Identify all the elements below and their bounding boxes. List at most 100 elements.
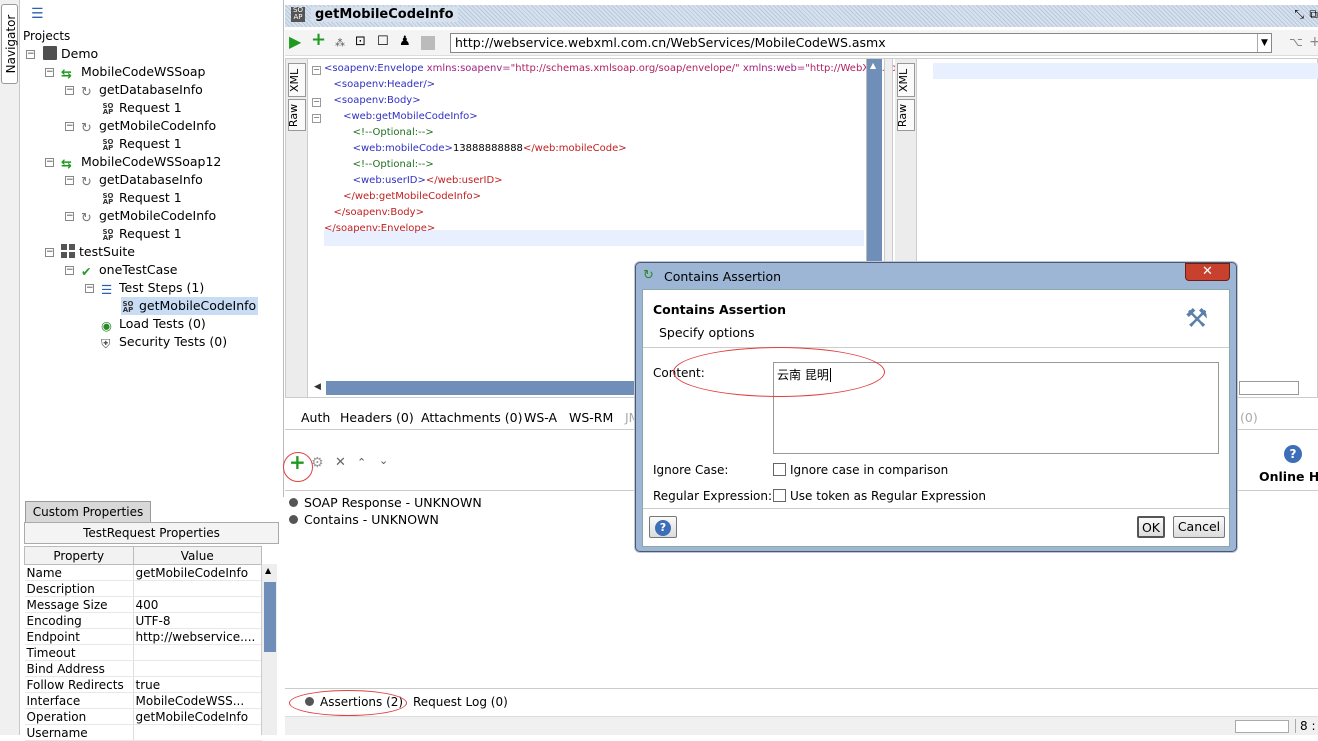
property-row[interactable]: Description [24, 580, 262, 597]
cancel-button[interactable]: Cancel [1173, 516, 1225, 538]
tab-ws-rm[interactable]: WS-RM [569, 410, 613, 425]
scroll-left-icon[interactable]: ◀ [314, 382, 321, 392]
chevron-down-icon[interactable]: ▼ [1257, 34, 1271, 52]
add-endpoint-icon[interactable]: + [1309, 34, 1318, 50]
maximize-icon[interactable]: ⧉ [1309, 7, 1318, 22]
expand-toggle[interactable]: − [65, 176, 74, 185]
gear-icon[interactable]: ⚙ [311, 455, 324, 471]
stop-icon[interactable] [421, 36, 435, 50]
tab-raw[interactable]: Raw [896, 99, 915, 131]
property-row[interactable]: Timeout [24, 644, 262, 661]
tree-item-securitytests[interactable]: ⛨ Security Tests (0) [101, 333, 227, 351]
property-value[interactable]: MobileCodeWSS... [132, 692, 262, 709]
scroll-up-icon[interactable]: ▲ [870, 61, 876, 70]
fold-toggle[interactable]: − [312, 66, 321, 75]
tree-item-teststep-selected[interactable]: SO AP getMobileCodeInfo [121, 297, 259, 315]
navigator-tab[interactable]: Navigator [1, 4, 18, 84]
expand-toggle[interactable]: − [85, 284, 94, 293]
tab-headers[interactable]: Headers (0) [340, 410, 414, 425]
expand-toggle[interactable]: − [65, 122, 74, 131]
property-value[interactable] [132, 660, 262, 677]
property-row[interactable]: Message Size 400 [24, 596, 262, 613]
user-icon[interactable]: ♟ [399, 34, 411, 50]
minimize-icon[interactable]: ⤡ [1294, 7, 1304, 22]
property-row[interactable]: Bind Address [24, 660, 262, 677]
tab-response-partial[interactable]: (0) [1240, 410, 1258, 425]
tab-attachments[interactable]: Attachments (0) [421, 410, 522, 425]
square-icon[interactable]: ☐ [377, 34, 389, 50]
tree-item-request[interactable]: SO AP Request 1 [101, 189, 182, 207]
expand-toggle[interactable]: − [45, 248, 54, 257]
expand-toggle[interactable]: − [26, 50, 35, 59]
property-value[interactable]: 400 [132, 596, 262, 613]
tree-item-interface[interactable]: ⇆ MobileCodeWSSoap [61, 63, 205, 82]
property-row[interactable]: Name getMobileCodeInfo [24, 564, 262, 581]
expand-toggle[interactable]: − [45, 68, 54, 77]
request-xml-editor[interactable]: <soapenv:Envelope xmlns:soapenv="http://… [324, 61, 896, 237]
tree-item-testsuite[interactable]: testSuite [61, 243, 135, 261]
property-row[interactable]: Endpoint http://webservice.... [24, 628, 262, 645]
tree-item-operation[interactable]: ↻ getDatabaseInfo [81, 81, 203, 100]
property-value[interactable]: http://webservice.... [132, 628, 262, 645]
online-help-link[interactable]: Online He [1259, 469, 1318, 484]
tree-item-teststeps[interactable]: ☰ Test Steps (1) [101, 279, 204, 297]
property-value[interactable] [132, 580, 262, 597]
move-down-icon[interactable]: ⌄ [379, 454, 388, 467]
delete-icon[interactable]: ✕ [335, 455, 346, 470]
property-row[interactable]: Follow Redirects true [24, 676, 262, 693]
tree-item-demo[interactable]: Demo [43, 45, 98, 63]
tree-item-request[interactable]: SO AP Request 1 [101, 135, 182, 153]
ignore-case-checkbox[interactable]: Ignore case in comparison [773, 463, 948, 477]
zoom-icon[interactable]: ⊡ [355, 34, 366, 50]
tab-custom-properties[interactable]: Custom Properties [25, 501, 151, 522]
config-icon[interactable]: ⌥ [1289, 34, 1303, 50]
tab-ws-a[interactable]: WS-A [524, 410, 557, 425]
tab-xml[interactable]: XML [288, 63, 306, 97]
property-row[interactable]: Interface MobileCodeWSS... [24, 692, 262, 709]
ok-button[interactable]: OK [1137, 516, 1165, 538]
close-button[interactable]: ✕ [1185, 263, 1230, 281]
property-value[interactable]: getMobileCodeInfo [132, 708, 262, 725]
expand-toggle[interactable]: − [45, 158, 54, 167]
run-icon[interactable]: ▶ [289, 34, 301, 50]
property-row[interactable]: Username [24, 724, 262, 741]
property-value[interactable]: UTF-8 [132, 612, 262, 629]
move-up-icon[interactable]: ⌃ [357, 456, 366, 469]
tree-item-interface[interactable]: ⇆ MobileCodeWSSoap12 [61, 153, 221, 172]
property-row[interactable]: Operation getMobileCodeInfo [24, 708, 262, 725]
scroll-up-icon[interactable]: ▲ [265, 566, 271, 575]
regex-checkbox[interactable]: Use token as Regular Expression [773, 489, 986, 503]
help-icon[interactable]: ? [1284, 445, 1302, 463]
expand-toggle[interactable]: − [65, 212, 74, 221]
tree-item-operation[interactable]: ↻ getMobileCodeInfo [81, 207, 216, 226]
tree-item-request[interactable]: SO AP Request 1 [101, 99, 182, 117]
tree-item-loadtests[interactable]: ◉ Load Tests (0) [101, 315, 206, 333]
tree-item-operation[interactable]: ↻ getDatabaseInfo [81, 171, 203, 190]
add-icon[interactable]: + [311, 31, 326, 49]
tree-view-icon[interactable]: ☰ [31, 6, 44, 22]
fold-toggle[interactable]: − [312, 114, 321, 123]
property-value[interactable]: true [132, 676, 262, 693]
property-value[interactable] [132, 644, 262, 661]
assertion-item[interactable]: Contains - UNKNOWN [289, 511, 439, 528]
scroll-thumb[interactable] [264, 582, 276, 652]
column-header-property[interactable]: Property [24, 546, 134, 565]
property-row[interactable]: Encoding UTF-8 [24, 612, 262, 629]
response-editor[interactable] [933, 63, 1318, 79]
tree-item-testcase[interactable]: ✔ oneTestCase [81, 261, 177, 279]
tab-xml[interactable]: XML [897, 63, 915, 97]
tree-item-operation[interactable]: ↻ getMobileCodeInfo [81, 117, 216, 136]
properties-scrollbar[interactable]: ▲ [261, 564, 277, 735]
column-header-value[interactable]: Value [132, 546, 263, 565]
clone-icon[interactable]: ⁂ [335, 36, 345, 52]
help-button[interactable]: ? [649, 516, 677, 538]
tab-raw[interactable]: Raw [287, 99, 306, 131]
assertion-item[interactable]: SOAP Response - UNKNOWN [289, 494, 482, 511]
expand-toggle[interactable]: − [65, 266, 74, 275]
tab-auth[interactable]: Auth [301, 410, 330, 425]
tree-item-request[interactable]: SO AP Request 1 [101, 225, 182, 243]
endpoint-url-select[interactable]: http://webservice.webxml.com.cn/WebServi… [450, 33, 1272, 53]
property-value[interactable]: getMobileCodeInfo [132, 564, 262, 581]
expand-toggle[interactable]: − [65, 86, 74, 95]
fold-toggle[interactable]: − [312, 98, 321, 107]
